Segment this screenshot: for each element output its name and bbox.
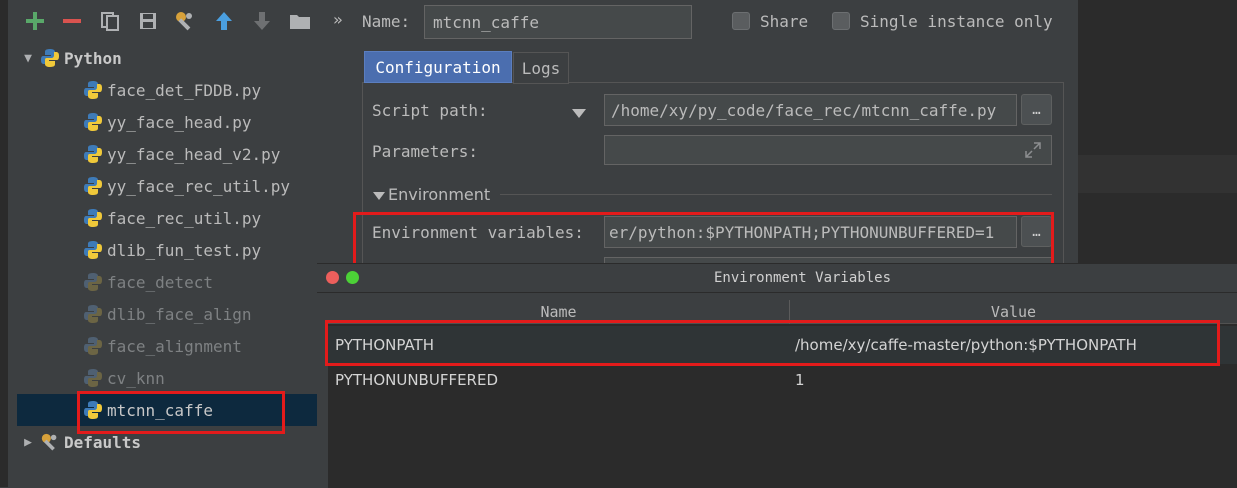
python-file-icon — [84, 113, 102, 131]
script-path-label: Script path: — [372, 101, 488, 120]
tree-item-label: dlib_fun_test.py — [107, 240, 262, 260]
section-collapse-icon[interactable] — [373, 187, 385, 206]
tree-item[interactable]: dlib_face_align — [83, 298, 252, 330]
parameters-input[interactable] — [604, 135, 1052, 165]
editor-line-highlight — [1078, 155, 1237, 193]
single-instance-label: Single instance only — [860, 12, 1053, 31]
expand-icon[interactable] — [1024, 141, 1042, 163]
dialog-title: Environment Variables — [714, 270, 892, 286]
tree-item-label: dlib_face_align — [107, 304, 252, 324]
title-divider — [317, 292, 1237, 293]
python-file-icon — [84, 241, 102, 259]
wrench-icon — [41, 433, 57, 451]
python-file-icon — [84, 145, 102, 163]
maximize-icon[interactable] — [346, 271, 359, 284]
expanded-triangle-icon[interactable]: ▼ — [20, 51, 36, 66]
tree-item-label: face_rec_util.py — [107, 208, 262, 228]
tab-configuration[interactable]: Configuration — [364, 51, 512, 83]
row-name-cell[interactable]: PYTHONUNBUFFERED — [335, 371, 498, 389]
share-label: Share — [760, 12, 809, 31]
wrench-icon[interactable] — [174, 10, 196, 32]
python-file-icon — [84, 369, 102, 387]
arrow-up-icon[interactable] — [213, 10, 235, 32]
tree-item-label: face_alignment — [107, 336, 242, 356]
single-instance-checkbox[interactable] — [832, 12, 850, 30]
tree-item[interactable]: cv_knn — [83, 362, 165, 394]
tree-item-label: face_detect — [107, 272, 213, 292]
python-file-icon — [84, 81, 102, 99]
python-file-icon — [84, 273, 102, 291]
tree-item-label: face_det_FDDB.py — [107, 80, 262, 100]
script-path-input[interactable]: /home/xy/py_code/face_rec/mtcnn_caffe.py — [604, 94, 1017, 126]
name-label: Name: — [362, 12, 411, 31]
tree-item-label: yy_face_rec_util.py — [107, 176, 291, 196]
python-file-icon — [84, 305, 102, 323]
python-icon — [41, 49, 59, 67]
tree-item[interactable]: face_det_FDDB.py — [83, 74, 261, 106]
environment-variables-dialog: Environment Variables Name Value PYTHONP… — [317, 263, 1237, 488]
tree-item[interactable]: face_detect — [83, 266, 213, 298]
defaults-label: Defaults — [64, 432, 142, 452]
minus-icon[interactable] — [61, 10, 83, 32]
python-file-icon — [84, 209, 102, 227]
dialog-title-bar[interactable]: Environment Variables — [317, 264, 1237, 292]
share-checkbox[interactable] — [732, 12, 750, 30]
tree-item[interactable]: face_rec_util.py — [83, 202, 261, 234]
highlight-box-pythonpath — [325, 320, 1220, 366]
arrow-down-icon[interactable] — [251, 10, 273, 32]
section-divider — [500, 194, 1052, 195]
python-file-icon — [84, 337, 102, 355]
editor-gutter — [0, 0, 8, 487]
browse-script-button[interactable]: … — [1021, 94, 1052, 125]
save-icon[interactable] — [137, 10, 159, 32]
editor-background — [1078, 0, 1237, 263]
tree-item[interactable]: face_alignment — [83, 330, 242, 362]
chevron-down-icon[interactable] — [572, 104, 586, 123]
tab-logs[interactable]: Logs — [513, 52, 569, 84]
tree-item-label: cv_knn — [107, 368, 165, 388]
close-icon[interactable] — [326, 271, 339, 284]
tree-root-label: Python — [64, 48, 122, 68]
copy-icon[interactable] — [99, 10, 121, 32]
tree-item[interactable]: dlib_fun_test.py — [83, 234, 261, 266]
highlight-box-selected-config — [77, 391, 285, 434]
name-input[interactable]: mtcnn_caffe — [424, 5, 692, 39]
tree-root-python[interactable]: ▼ Python — [20, 42, 122, 74]
collapsed-triangle-icon[interactable]: ▶ — [20, 435, 36, 450]
tree-item-label: yy_face_head_v2.py — [107, 144, 281, 164]
tree-item-label: yy_face_head.py — [107, 112, 252, 132]
plus-icon[interactable] — [24, 10, 46, 32]
tree-item[interactable]: yy_face_head.py — [83, 106, 252, 138]
python-file-icon — [84, 177, 102, 195]
environment-section-label: Environment — [388, 185, 491, 204]
tree-item[interactable]: yy_face_head_v2.py — [83, 138, 280, 170]
more-toolbar-button[interactable]: » — [333, 10, 343, 29]
parameters-label: Parameters: — [372, 142, 478, 161]
tree-item[interactable]: yy_face_rec_util.py — [83, 170, 290, 202]
folder-icon[interactable] — [289, 10, 311, 32]
row-value-cell[interactable]: 1 — [795, 371, 805, 389]
